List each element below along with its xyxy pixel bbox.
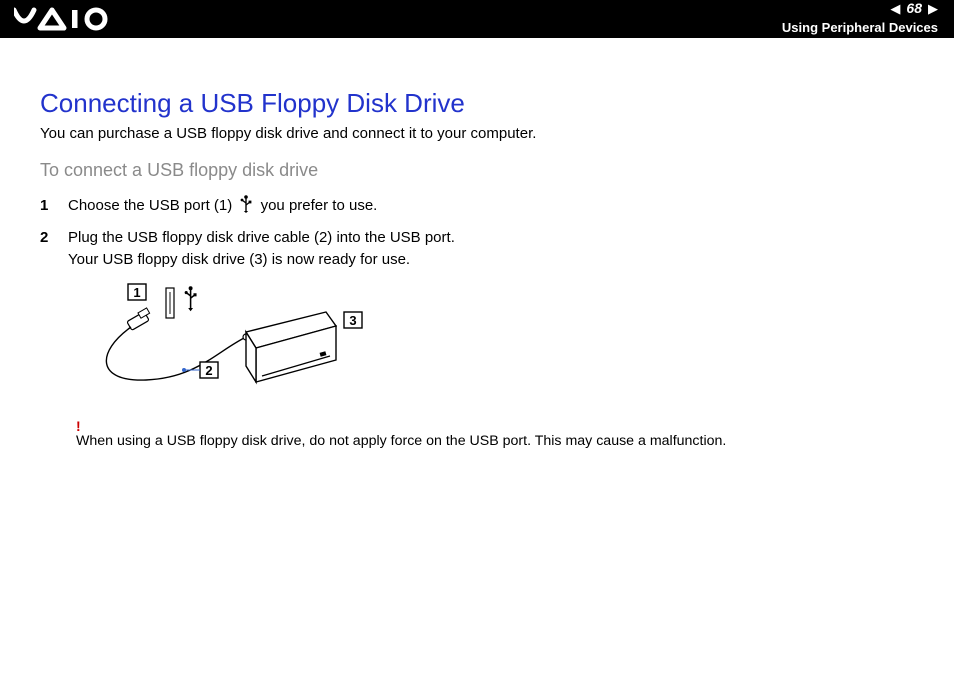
page-number: 68	[906, 0, 922, 16]
step-number: 1	[40, 195, 68, 217]
connection-diagram: 1 2 3	[76, 282, 914, 407]
page-content: Connecting a USB Floppy Disk Drive You c…	[0, 38, 954, 449]
section-title: Using Peripheral Devices	[782, 20, 938, 35]
step-1: 1 Choose the USB port (1) you prefer to …	[40, 195, 914, 217]
step-number: 2	[40, 227, 68, 271]
svg-text:2: 2	[205, 363, 212, 378]
vaio-logo	[14, 4, 114, 34]
step-1-text: Choose the USB port (1) you prefer to us…	[68, 195, 377, 217]
subheading: To connect a USB floppy disk drive	[40, 160, 914, 181]
diagram-callout-2: 2	[182, 362, 218, 378]
step-list: 1 Choose the USB port (1) you prefer to …	[40, 195, 914, 270]
page-title: Connecting a USB Floppy Disk Drive	[40, 88, 914, 119]
usb-icon	[240, 195, 252, 213]
svg-text:3: 3	[349, 313, 356, 328]
prev-page-arrow[interactable]: ◀	[890, 2, 900, 15]
warning-note: !	[76, 419, 914, 433]
step-2: 2 Plug the USB floppy disk drive cable (…	[40, 227, 914, 271]
top-black-bar: ◀ 68 ▶ Using Peripheral Devices	[0, 0, 954, 38]
intro-paragraph: You can purchase a USB floppy disk drive…	[40, 125, 914, 142]
warning-text: When using a USB floppy disk drive, do n…	[76, 433, 914, 449]
step-2-text: Plug the USB floppy disk drive cable (2)…	[68, 227, 455, 271]
page-navigator: ◀ 68 ▶	[890, 0, 938, 16]
next-page-arrow[interactable]: ▶	[928, 2, 938, 15]
diagram-svg: 1 2 3	[76, 282, 376, 402]
vaio-logo-glyph	[14, 4, 114, 34]
diagram-callout-1: 1	[128, 284, 146, 300]
svg-text:1: 1	[133, 285, 140, 300]
diagram-callout-3: 3	[344, 312, 362, 328]
warning-icon: !	[76, 419, 81, 433]
